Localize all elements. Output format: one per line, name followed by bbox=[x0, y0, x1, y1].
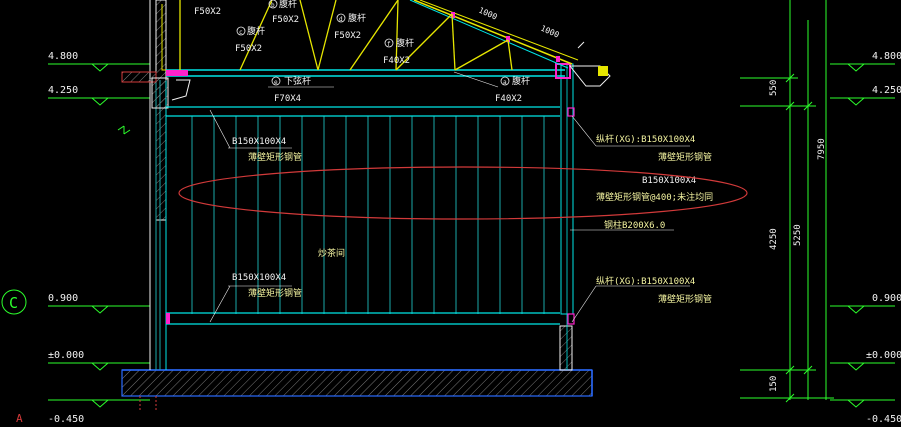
dim-150: 150 bbox=[769, 376, 779, 392]
web-c-size: F50X2 bbox=[235, 44, 262, 54]
web-d-circle: d bbox=[339, 16, 343, 23]
top-right-spec: 纵杆(XG):B150X100X4 bbox=[596, 133, 695, 145]
bottom-chord-circle: e bbox=[274, 79, 278, 86]
corner-mark: A bbox=[16, 412, 23, 425]
web-c-label: 腹杆 bbox=[247, 25, 265, 37]
dim-4250: 4250 bbox=[769, 228, 779, 250]
web-a-label: 腹杆 bbox=[512, 75, 530, 87]
level-left-m0450: -0.450 bbox=[48, 414, 84, 425]
web-b-circle: b bbox=[271, 2, 275, 9]
top-right-desc: 薄壁矩形钢管 bbox=[658, 151, 712, 163]
level-right-4250: 4.250 bbox=[872, 85, 901, 96]
web-c-circle: c bbox=[239, 29, 243, 36]
top-left-desc: 薄壁矩形钢管 bbox=[248, 151, 302, 163]
level-right-0900: 0.900 bbox=[872, 293, 901, 304]
web-d-size: F50X2 bbox=[334, 31, 361, 41]
web-d-label: 腹杆 bbox=[348, 12, 366, 24]
bottom-left-desc: 薄壁矩形钢管 bbox=[248, 287, 302, 299]
top-left-spec: B150X100X4 bbox=[232, 137, 286, 147]
level-left-4800: 4.800 bbox=[48, 51, 78, 62]
level-right-4800: 4.800 bbox=[872, 51, 901, 62]
bottom-chord-label: 下弦杆 bbox=[284, 75, 311, 87]
level-right-m0450: -0.450 bbox=[866, 414, 901, 425]
room-name: 炒茶间 bbox=[318, 247, 345, 259]
dim-7950: 7950 bbox=[817, 138, 827, 160]
level-left-0000: ±0.000 bbox=[48, 350, 84, 361]
f50x2-top: F50X2 bbox=[194, 7, 221, 17]
web-a-circle: a bbox=[503, 79, 507, 86]
web-b-size: F50X2 bbox=[272, 15, 299, 25]
cad-drawing: 4.800 4.250 0.900 ±0.000 -0.450 4.800 4.… bbox=[0, 0, 901, 427]
dim-5250: 5250 bbox=[793, 224, 803, 246]
web-a-size: F40X2 bbox=[495, 94, 522, 104]
web-f-size: F40X2 bbox=[383, 56, 410, 66]
web-f-label: 腹杆 bbox=[396, 37, 414, 49]
level-right-0000: ±0.000 bbox=[866, 350, 901, 361]
level-left-4250: 4.250 bbox=[48, 85, 78, 96]
bottom-chord-size: F70X4 bbox=[274, 94, 301, 104]
mid-right-desc: 薄壁矩形钢管@400;未注均同 bbox=[596, 191, 713, 203]
bottom-left-spec: B150X100X4 bbox=[232, 273, 286, 283]
web-b-label: 腹杆 bbox=[279, 0, 297, 10]
bottom-right-desc: 薄壁矩形钢管 bbox=[658, 293, 712, 305]
dim-550: 550 bbox=[769, 80, 779, 96]
level-left-0900: 0.900 bbox=[48, 293, 78, 304]
column-spec: 钢柱B200X6.0 bbox=[604, 219, 665, 231]
web-f-circle: f bbox=[387, 41, 391, 48]
bottom-right-spec: 纵杆(XG):B150X100X4 bbox=[596, 275, 695, 287]
grid-axis-c-label: C bbox=[9, 294, 18, 312]
